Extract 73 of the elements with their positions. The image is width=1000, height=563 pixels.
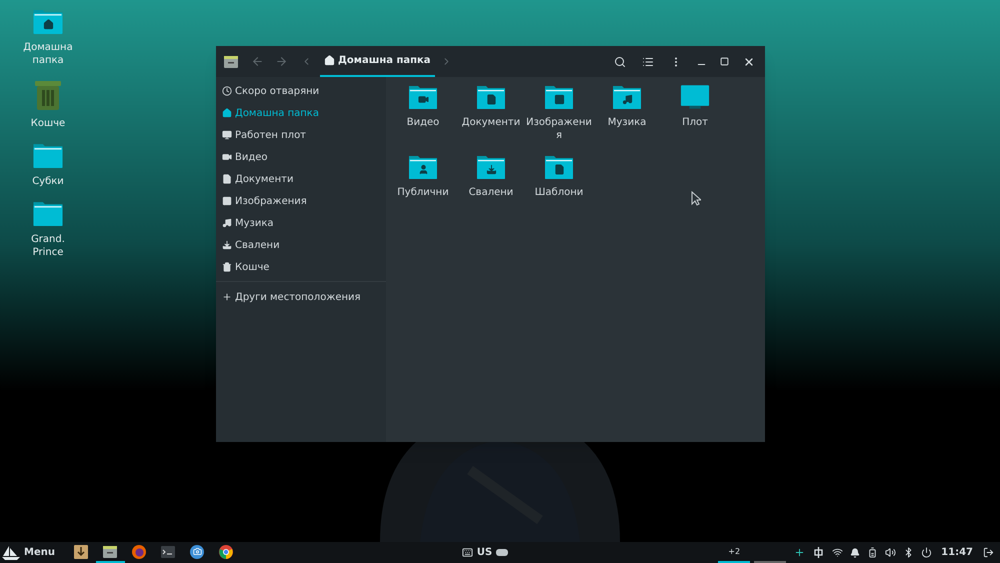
terminal-icon[interactable] <box>161 546 176 558</box>
forward-icon[interactable] <box>275 55 288 68</box>
file-label[interactable]: Свалени <box>458 186 524 199</box>
wifi-icon[interactable] <box>832 547 844 558</box>
sidebar-item[interactable]: Видео <box>216 146 386 168</box>
notification-icon[interactable] <box>850 548 860 558</box>
close-icon[interactable] <box>743 56 755 68</box>
sailboat-logo-icon[interactable] <box>2 546 20 560</box>
battery-icon[interactable] <box>867 547 878 558</box>
trash-icon <box>222 262 232 272</box>
power-icon[interactable] <box>921 547 932 558</box>
file-label[interactable]: Изображения <box>526 116 592 142</box>
recent-icon <box>222 86 232 96</box>
browser-icon[interactable] <box>132 544 146 558</box>
toggle-icon <box>496 549 508 556</box>
plus-icon <box>222 292 232 302</box>
desktop-icon-label[interactable]: Кошче <box>17 117 79 130</box>
desktop-icon-label[interactable]: Grand. Prince <box>17 233 79 259</box>
chrome-icon[interactable] <box>219 544 234 558</box>
trash-icon <box>34 79 62 111</box>
home-icon <box>324 55 335 66</box>
folder-icon <box>612 84 642 110</box>
sidebar-item[interactable]: Домашна папка <box>216 102 386 124</box>
folder-icon <box>408 154 438 180</box>
folder-icon <box>544 154 574 180</box>
desktop-folder-icon <box>680 84 710 110</box>
file-label[interactable]: Музика <box>594 116 660 129</box>
desktop-icon-label[interactable]: Субки <box>17 175 79 188</box>
file-manager-icon[interactable] <box>103 546 118 558</box>
menu-label[interactable]: Menu <box>24 545 55 560</box>
download-icon <box>222 240 232 250</box>
sidebar-item[interactable]: Документи <box>216 168 386 190</box>
keyboard-icon <box>462 547 473 558</box>
network-icon[interactable] <box>813 547 824 558</box>
document-icon <box>222 174 232 184</box>
sidebar-item[interactable]: Скоро отваряни <box>216 80 386 102</box>
file-label[interactable]: Шаблони <box>526 186 592 199</box>
logout-icon[interactable] <box>983 547 994 558</box>
maximize-icon[interactable] <box>720 57 729 66</box>
camera-icon[interactable] <box>190 544 204 558</box>
folder-icon <box>476 84 506 110</box>
sidebar-item[interactable]: Работен плот <box>216 124 386 146</box>
sidebar-item[interactable]: Други местоположения <box>216 286 386 308</box>
sidebar-item[interactable]: Кошче <box>216 256 386 278</box>
keyboard-layout[interactable]: US <box>476 545 492 560</box>
app-icon <box>224 56 238 68</box>
folder-icon <box>32 200 64 227</box>
sidebar-item[interactable]: Изображения <box>216 190 386 212</box>
folder-icon <box>476 154 506 180</box>
sidebar-item[interactable]: Музика <box>216 212 386 234</box>
clock[interactable]: 11:47 <box>941 545 973 560</box>
volume-icon[interactable] <box>885 547 896 558</box>
folder-icon <box>408 84 438 110</box>
file-label[interactable]: Видео <box>390 116 456 129</box>
sidebar-item[interactable]: Свалени <box>216 234 386 256</box>
desktop-icon <box>222 130 232 140</box>
file-label[interactable]: Публични <box>390 186 456 199</box>
music-icon <box>222 218 232 228</box>
folder-icon <box>544 84 574 110</box>
video-icon <box>222 152 232 162</box>
add-icon[interactable] <box>794 547 806 558</box>
folder-icon <box>32 142 64 169</box>
desktop-icon-label[interactable]: Домашна папка <box>17 41 79 67</box>
folder-icon <box>32 8 64 35</box>
search-icon[interactable] <box>614 56 626 68</box>
file-label[interactable]: Документи <box>458 116 524 129</box>
mouse-cursor-icon <box>691 191 701 206</box>
file-label[interactable]: Плот <box>662 116 728 129</box>
package-icon[interactable] <box>74 544 88 558</box>
back-icon[interactable] <box>251 55 264 68</box>
home-icon <box>222 108 232 118</box>
bluetooth-icon[interactable] <box>903 547 914 558</box>
workspace-indicator[interactable]: +2 <box>718 542 750 563</box>
